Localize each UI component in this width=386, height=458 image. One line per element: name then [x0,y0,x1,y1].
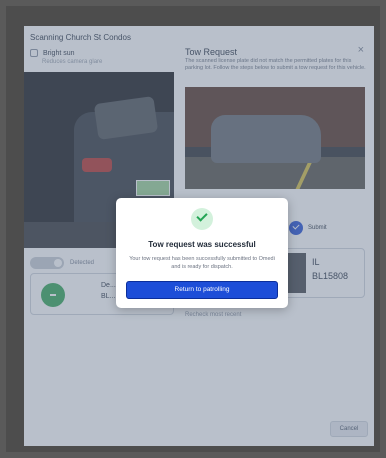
app-screen: Scanning Church St Condos Bright sun Red… [24,26,374,446]
modal-title: Tow request was successful [148,240,256,249]
success-badge [191,208,213,230]
modal-message: Your tow request has been successfully s… [129,256,275,270]
success-modal: Tow request was successful Your tow requ… [116,198,288,308]
return-to-patrolling-button[interactable]: Return to patrolling [126,281,278,299]
device-frame: Scanning Church St Condos Bright sun Red… [6,6,380,452]
checkmark-icon [196,210,208,222]
